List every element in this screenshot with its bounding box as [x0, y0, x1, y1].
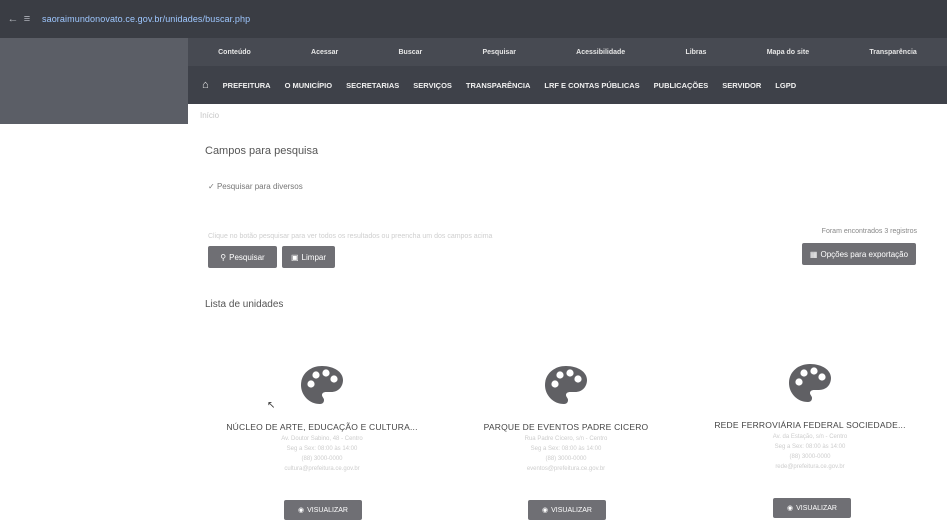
mouse-cursor-icon: ↖ [267, 400, 276, 411]
unit-email: eventos@prefeitura.ce.gov.br [526, 466, 606, 472]
export-button-label: Opções para exportação [820, 249, 909, 259]
view-button[interactable]: ◉ VISUALIZAR [773, 498, 851, 518]
list-title: Lista de unidades [205, 299, 284, 310]
topbar-item[interactable]: Mapa do site [767, 49, 809, 56]
unit-phone: (88) 3000-0000 [301, 456, 343, 462]
view-button[interactable]: ◉ VISUALIZAR [528, 500, 606, 520]
topbar-item[interactable]: Buscar [399, 49, 423, 56]
main-nav: ⌂ PREFEITURA O MUNICÍPIO SECRETARIAS SER… [188, 66, 947, 104]
unit-phone: (88) 3000-0000 [789, 454, 831, 460]
site-settings-icon[interactable]: ≡ [20, 13, 34, 25]
unit-card: PARQUE DE EVENTOS PADRE CICERO Rua Padre… [456, 364, 676, 472]
search-icon: ⚲ [220, 252, 227, 262]
unit-email: cultura@prefeitura.ce.gov.br [284, 466, 360, 472]
topbar-item[interactable]: Pesquisar [482, 49, 515, 56]
url-field[interactable]: saoraimundonovato.ce.gov.br/unidades/bus… [42, 14, 250, 24]
nav-item-transparencia[interactable]: TRANSPARÊNCIA [466, 81, 530, 90]
view-button-label: VISUALIZAR [551, 506, 592, 514]
checkbox-label: Pesquisar para diversos [216, 182, 303, 191]
search-button[interactable]: ⚲ Pesquisar [208, 246, 277, 268]
nav-item-secretarias[interactable]: SECRETARIAS [346, 81, 399, 90]
export-options-button[interactable]: ▦ Opções para exportação [802, 243, 916, 265]
view-button[interactable]: ◉ VISUALIZAR [284, 500, 362, 520]
unit-hours: Seg a Sex: 08:00 às 14:00 [530, 446, 602, 452]
browser-address-bar: ← ≡ saoraimundonovato.ce.gov.br/unidades… [0, 0, 947, 38]
nav-item-lgpd[interactable]: LGPD [775, 81, 796, 90]
back-icon[interactable]: ← [6, 13, 20, 25]
eye-icon: ◉ [298, 507, 305, 514]
page-side-shadow [0, 38, 188, 124]
palette-icon [301, 366, 343, 404]
search-options-checkbox[interactable]: ✓ Pesquisar para diversos [208, 182, 303, 191]
trash-icon: ▣ [290, 252, 299, 262]
results-count: Foram encontrados 3 registros [821, 228, 917, 235]
home-icon[interactable]: ⌂ [202, 79, 209, 91]
unit-hours: Seg a Sex: 08:00 às 14:00 [774, 444, 846, 450]
unit-title: PARQUE DE EVENTOS PADRE CICERO [483, 422, 649, 432]
view-button-label: VISUALIZAR [796, 504, 837, 512]
unit-card: NÚCLEO DE ARTE, EDUCAÇÃO E CULTURA... Av… [212, 364, 432, 472]
unit-title: NÚCLEO DE ARTE, EDUCAÇÃO E CULTURA... [226, 422, 418, 432]
topbar-item[interactable]: Libras [685, 49, 706, 56]
unit-address: Rua Padre Cícero, s/n - Centro [524, 436, 608, 442]
clear-button-label: Limpar [301, 252, 326, 262]
nav-item-prefeitura[interactable]: PREFEITURA [223, 81, 271, 90]
view-button-label: VISUALIZAR [307, 506, 348, 514]
topbar-item[interactable]: Conteúdo [218, 49, 251, 56]
topbar-item[interactable]: Acessibilidade [576, 49, 625, 56]
nav-item-lrf[interactable]: LRF E CONTAS PÚBLICAS [544, 81, 639, 90]
unit-email: rede@prefeitura.ce.gov.br [775, 464, 845, 470]
grid-icon: ▦ [809, 249, 818, 259]
topbar-item[interactable]: Transparência [869, 49, 916, 56]
palette-icon [789, 364, 831, 402]
clear-button[interactable]: ▣ Limpar [282, 246, 335, 268]
topbar-item[interactable]: Acessar [311, 49, 338, 56]
unit-phone: (88) 3000-0000 [545, 456, 587, 462]
unit-title: REDE FERROVIÁRIA FEDERAL SOCIEDADE... [714, 420, 906, 430]
breadcrumb[interactable]: Início [200, 111, 219, 120]
unit-address: Av. da Estação, s/n - Centro [772, 434, 848, 440]
unit-address: Av. Doutor Sabino, 48 - Centro [281, 436, 363, 442]
nav-item-servidor[interactable]: SERVIDOR [722, 81, 761, 90]
search-button-label: Pesquisar [229, 252, 265, 262]
unit-card: REDE FERROVIÁRIA FEDERAL SOCIEDADE... Av… [700, 362, 920, 470]
search-section-title: Campos para pesquisa [205, 145, 319, 157]
search-hint: Clique no botão pesquisar para ver todos… [208, 233, 493, 240]
nav-item-municipio[interactable]: O MUNICÍPIO [285, 81, 333, 90]
nav-item-publicacoes[interactable]: PUBLICAÇÕES [654, 81, 709, 90]
palette-icon [545, 366, 587, 404]
unit-hours: Seg a Sex: 08:00 às 14:00 [286, 446, 358, 452]
nav-item-servicos[interactable]: SERVIÇOS [413, 81, 452, 90]
eye-icon: ◉ [542, 507, 549, 514]
accessibility-bar: Conteúdo Acessar Buscar Pesquisar Acessi… [188, 38, 947, 66]
eye-icon: ◉ [787, 505, 794, 512]
